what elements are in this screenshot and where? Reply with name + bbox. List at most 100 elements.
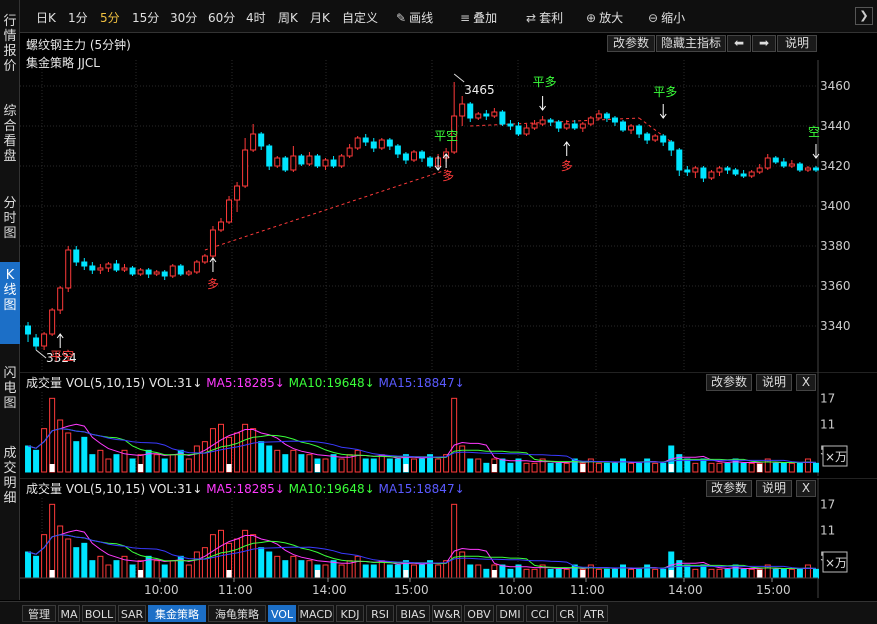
- vol1-svg-vol-bar-6: [73, 441, 80, 473]
- vol2-svg-vol-bar-85: [708, 568, 715, 579]
- vol1-svg-vol-bar-82: [684, 458, 691, 473]
- zoom-in-button[interactable]: ⊕ 放大: [586, 9, 623, 26]
- candle-body-17: [161, 271, 168, 277]
- bottom-tab--5[interactable]: 海龟策略: [208, 605, 266, 622]
- period-60min[interactable]: 60分: [208, 9, 235, 26]
- bottom-tab-obv[interactable]: OBV: [464, 605, 494, 622]
- vol2-svg-vol-bar-73: [611, 568, 618, 579]
- candle-body-9: [97, 267, 104, 271]
- candle-body-5: [65, 249, 72, 289]
- left-tab-2[interactable]: 分时图: [0, 190, 20, 256]
- bottom-tab--0[interactable]: 管理: [22, 605, 56, 622]
- candle-body-89: [740, 173, 747, 177]
- vol1-svg-vol-bar-72: [603, 462, 610, 473]
- period-4h[interactable]: 4时: [246, 9, 266, 26]
- vol1-svg-vol-bar-86: [716, 462, 723, 473]
- period-30min[interactable]: 30分: [170, 9, 197, 26]
- vol2-svg-vol-bar-97: [804, 564, 811, 579]
- bottom-tab--4[interactable]: 集金策略: [148, 605, 206, 622]
- candle-body-82: [684, 169, 691, 173]
- vol2-svg-vol-bar-75: [628, 568, 635, 579]
- left-tab-0[interactable]: 行情报价: [0, 8, 20, 78]
- candle-body-57: [483, 113, 490, 117]
- vol1-svg-vol-bar-38: [330, 454, 337, 473]
- period-5min[interactable]: 5分: [100, 9, 120, 26]
- bottom-tab-dmi[interactable]: DMI: [496, 605, 524, 622]
- period-month[interactable]: 月K: [310, 9, 330, 26]
- period-15min[interactable]: 15分: [132, 9, 159, 26]
- left-tab-5[interactable]: 成交明细: [0, 440, 20, 522]
- vol2-svg-vol-bar-84: [700, 564, 707, 579]
- bottom-tab-boll[interactable]: BOLL: [82, 605, 116, 622]
- left-tab-1[interactable]: 综合看盘: [0, 98, 20, 168]
- vol1-svg-vol-bar-94: [780, 462, 787, 473]
- vol2-svg-vol-bar-8: [89, 560, 96, 579]
- vol2-svg-vol-bar-51: [435, 564, 442, 579]
- vol2-svg-vol-bar-18: [169, 560, 176, 579]
- bottom-tab-cci[interactable]: CCI: [526, 605, 554, 622]
- vol2-svg-vol-highlight-47: [403, 570, 409, 578]
- bottom-tab-rsi[interactable]: RSI: [366, 605, 394, 622]
- vol2-svg-vol-bar-72: [603, 568, 610, 579]
- candle-body-0: [25, 325, 32, 335]
- vol1-svg-vol-bar-88: [732, 458, 739, 473]
- arrow-left-button[interactable]: ⬅: [727, 35, 751, 52]
- candle-body-30: [266, 145, 273, 167]
- candle-body-76: [636, 125, 643, 135]
- candle-body-90: [748, 171, 755, 177]
- arrow-right-button[interactable]: ➡: [752, 35, 776, 52]
- zoom-out-button[interactable]: ⊖ 缩小: [648, 9, 685, 26]
- vol2-svg-vol-bar-46: [394, 564, 401, 579]
- vol1-svg-vol-bar-26: [234, 432, 241, 473]
- vol2-svg-x-tick-7: 15:00: [756, 583, 791, 597]
- overlay-button[interactable]: ≡ 叠加: [460, 9, 497, 26]
- arrow-right-icon: ➡: [758, 36, 770, 50]
- help-button[interactable]: 说明: [777, 35, 817, 52]
- candle-body-40: [346, 147, 353, 157]
- vol1-svg-vol-bar-43: [370, 458, 377, 473]
- bottom-tab-vol[interactable]: VOL: [268, 605, 296, 622]
- vol1-svg-vol-bar-22: [201, 441, 208, 473]
- bottom-tab-ma[interactable]: MA: [58, 605, 80, 622]
- bottom-tab-cr[interactable]: CR: [556, 605, 578, 622]
- period-week[interactable]: 周K: [278, 9, 298, 26]
- draw-line-button[interactable]: ✎ 画线: [396, 9, 433, 26]
- candlestick-chart[interactable]: 346034403420340033803360334034653324平空多平…: [20, 60, 877, 372]
- vol1-svg-vol-bar-8: [89, 454, 96, 473]
- bottom-tab-atr[interactable]: ATR: [580, 605, 608, 622]
- bottom-tab-macd[interactable]: MACD: [298, 605, 334, 622]
- candle-body-77: [644, 133, 651, 141]
- bottom-tab-wr[interactable]: W&R: [432, 605, 462, 622]
- vol1-svg-vol-bar-76: [636, 462, 643, 473]
- vol2-svg-vol-bar-30: [266, 551, 273, 579]
- left-tab-4[interactable]: 闪电图: [0, 360, 20, 426]
- vol1-svg-vol-bar-11: [113, 454, 120, 473]
- period-1min[interactable]: 1分: [68, 9, 88, 26]
- vol1-svg-vol-bar-33: [290, 449, 297, 473]
- expand-arrow-icon[interactable]: ❯: [855, 7, 873, 25]
- hide-indicator-button[interactable]: 隐藏主指标: [656, 35, 726, 52]
- arbitrage-button[interactable]: ⇄ 套利: [526, 9, 563, 26]
- candle-body-70: [587, 117, 594, 125]
- vol1-svg-vol-bar-89: [740, 462, 747, 473]
- vol1-svg-vol-bar-17: [161, 458, 168, 473]
- bottom-tab-kdj[interactable]: KDJ: [336, 605, 364, 622]
- signal-arrow-down-3: [659, 104, 667, 119]
- candle-body-21: [193, 261, 200, 273]
- candle-body-41: [354, 137, 361, 149]
- vol2-svg-vol-bar-87: [724, 568, 731, 579]
- candle-body-69: [579, 123, 586, 129]
- edit-params-button[interactable]: 改参数: [607, 35, 655, 52]
- vol1-svg-vol-highlight-58: [491, 464, 497, 472]
- vol1-svg-vol-bar-77: [644, 458, 651, 473]
- top-toolbar: 日K 1分 5分 15分 30分 60分 4时 周K 月K 自定义 ✎ 画线 ≡ 叠…: [20, 0, 877, 33]
- vol2-svg-vol-highlight-80: [668, 570, 674, 578]
- period-custom[interactable]: 自定义: [342, 9, 378, 26]
- period-day[interactable]: 日K: [36, 9, 56, 26]
- bottom-tab-bias[interactable]: BIAS: [396, 605, 430, 622]
- bottom-tab-sar[interactable]: SAR: [118, 605, 146, 622]
- vol1-svg-vol-bar-55: [467, 458, 474, 473]
- vol1-svg-vol-bar-13: [129, 458, 136, 473]
- left-tab-3[interactable]: K线图: [0, 262, 20, 344]
- candle-body-95: [788, 163, 795, 167]
